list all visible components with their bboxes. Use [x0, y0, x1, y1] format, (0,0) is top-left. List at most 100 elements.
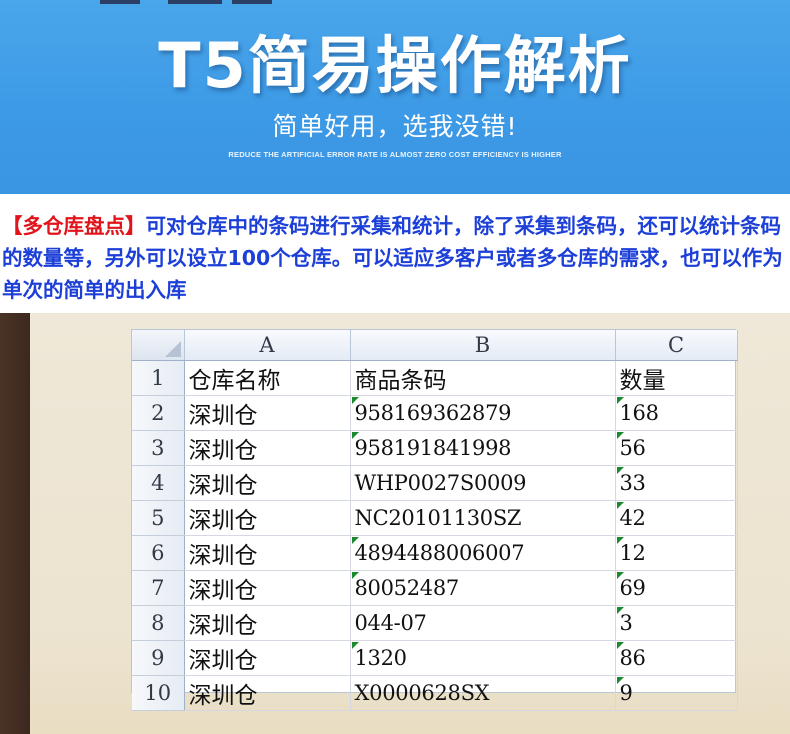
cell-warehouse[interactable]: 深圳仓 — [184, 535, 351, 571]
cell-barcode[interactable]: X0000628SX — [350, 675, 616, 711]
cell-quantity[interactable]: 3 — [615, 605, 738, 641]
text-number-flag-icon — [616, 571, 624, 579]
cell-barcode[interactable]: 958169362879 — [350, 395, 616, 431]
text-number-flag-icon — [616, 536, 624, 544]
quantity-value: 12 — [619, 540, 646, 565]
banner-top-strip — [232, 0, 272, 4]
text-number-flag-icon — [616, 431, 624, 439]
quantity-value: 56 — [619, 435, 646, 460]
cell-warehouse[interactable]: 深圳仓 — [184, 605, 351, 641]
cell-barcode[interactable]: 958191841998 — [350, 430, 616, 466]
select-all-triangle-icon — [164, 340, 181, 357]
spreadsheet-grid: A B C 1 仓库名称 商品条码 数量 2 深圳仓 958169362879 … — [131, 329, 738, 711]
cell-quantity[interactable]: 86 — [615, 640, 738, 676]
barcode-value: 1320 — [354, 645, 408, 670]
cell-b1[interactable]: 商品条码 — [350, 360, 616, 396]
cell-c1[interactable]: 数量 — [615, 360, 738, 396]
banner-top-strip — [100, 0, 140, 4]
barcode-value: X0000628SX — [354, 680, 490, 705]
text-number-flag-icon — [351, 536, 359, 544]
text-number-flag-icon — [616, 606, 624, 614]
promo-banner: T5简易操作解析 简单好用，选我没错! REDUCE THE ARTIFICIA… — [0, 0, 790, 194]
row-header[interactable]: 10 — [132, 675, 185, 711]
row-header[interactable]: 6 — [132, 535, 185, 571]
barcode-value: 4894488006007 — [354, 540, 525, 565]
cell-quantity[interactable]: 56 — [615, 430, 738, 466]
text-number-flag-icon — [616, 501, 624, 509]
table-row: 3 深圳仓 958191841998 56 — [132, 430, 738, 466]
select-all-corner[interactable] — [132, 330, 185, 361]
cell-barcode[interactable]: NC20101130SZ — [350, 500, 616, 536]
row-header[interactable]: 9 — [132, 640, 185, 676]
text-number-flag-icon — [616, 641, 624, 649]
text-number-flag-icon — [616, 396, 624, 404]
quantity-value: 9 — [619, 680, 633, 705]
cell-warehouse[interactable]: 深圳仓 — [184, 640, 351, 676]
barcode-value: 958169362879 — [354, 400, 512, 425]
column-header-a[interactable]: A — [184, 330, 351, 361]
cell-quantity[interactable]: 9 — [615, 675, 738, 711]
text-number-flag-icon — [616, 466, 624, 474]
row-header[interactable]: 5 — [132, 500, 185, 536]
screenshot-left-edge — [0, 313, 30, 734]
cell-quantity[interactable]: 168 — [615, 395, 738, 431]
quantity-value: 168 — [619, 400, 659, 425]
cell-warehouse[interactable]: 深圳仓 — [184, 500, 351, 536]
text-number-flag-icon — [351, 431, 359, 439]
cell-warehouse[interactable]: 深圳仓 — [184, 570, 351, 606]
row-header[interactable]: 8 — [132, 605, 185, 641]
cell-barcode[interactable]: 80052487 — [350, 570, 616, 606]
cell-warehouse[interactable]: 深圳仓 — [184, 430, 351, 466]
table-row: 10 深圳仓 X0000628SX 9 — [132, 675, 738, 711]
text-number-flag-icon — [351, 571, 359, 579]
table-row: 8 深圳仓 044-07 3 — [132, 605, 738, 641]
feature-description: 【多仓库盘点】可对仓库中的条码进行采集和统计，除了采集到条码，还可以统计条码的数… — [2, 210, 788, 306]
banner-top-strip — [168, 0, 222, 4]
row-header[interactable]: 7 — [132, 570, 185, 606]
cell-quantity[interactable]: 69 — [615, 570, 738, 606]
table-row: 1 仓库名称 商品条码 数量 — [132, 360, 738, 396]
feature-tag: 【多仓库盘点】 — [2, 214, 146, 238]
cell-barcode[interactable]: 044-07 — [350, 605, 616, 641]
text-number-flag-icon — [616, 676, 624, 684]
cell-warehouse[interactable]: 深圳仓 — [184, 675, 351, 711]
column-header-row: A B C — [132, 330, 738, 361]
cell-quantity[interactable]: 12 — [615, 535, 738, 571]
table-row: 2 深圳仓 958169362879 168 — [132, 395, 738, 431]
spreadsheet-screenshot: A B C 1 仓库名称 商品条码 数量 2 深圳仓 958169362879 … — [0, 313, 790, 734]
quantity-value: 33 — [619, 470, 646, 495]
table-row: 9 深圳仓 1320 86 — [132, 640, 738, 676]
quantity-value: 69 — [619, 575, 646, 600]
column-header-b[interactable]: B — [350, 330, 616, 361]
barcode-value: WHP0027S0009 — [354, 470, 527, 495]
cell-barcode[interactable]: WHP0027S0009 — [350, 465, 616, 501]
text-number-flag-icon — [351, 641, 359, 649]
barcode-value: NC20101130SZ — [354, 505, 522, 530]
table-row: 7 深圳仓 80052487 69 — [132, 570, 738, 606]
barcode-value: 044-07 — [354, 610, 427, 635]
table-row: 4 深圳仓 WHP0027S0009 33 — [132, 465, 738, 501]
cell-warehouse[interactable]: 深圳仓 — [184, 465, 351, 501]
banner-tagline: REDUCE THE ARTIFICIAL ERROR RATE IS ALMO… — [228, 150, 562, 159]
cell-a1[interactable]: 仓库名称 — [184, 360, 351, 396]
cell-quantity[interactable]: 33 — [615, 465, 738, 501]
cell-barcode[interactable]: 4894488006007 — [350, 535, 616, 571]
cell-barcode[interactable]: 1320 — [350, 640, 616, 676]
text-number-flag-icon — [351, 396, 359, 404]
banner-title: T5简易操作解析 — [158, 29, 632, 102]
row-header[interactable]: 4 — [132, 465, 185, 501]
cell-quantity[interactable]: 42 — [615, 500, 738, 536]
banner-subtitle: 简单好用，选我没错! — [272, 112, 518, 141]
cell-warehouse[interactable]: 深圳仓 — [184, 395, 351, 431]
barcode-value: 958191841998 — [354, 435, 512, 460]
row-header[interactable]: 1 — [132, 360, 185, 396]
row-header[interactable]: 3 — [132, 430, 185, 466]
quantity-value: 86 — [619, 645, 646, 670]
spreadsheet-table: A B C 1 仓库名称 商品条码 数量 2 深圳仓 958169362879 … — [132, 330, 738, 711]
column-header-c[interactable]: C — [615, 330, 738, 361]
table-row: 5 深圳仓 NC20101130SZ 42 — [132, 500, 738, 536]
quantity-value: 3 — [619, 610, 633, 635]
barcode-value: 80052487 — [354, 575, 460, 600]
quantity-value: 42 — [619, 505, 646, 530]
row-header[interactable]: 2 — [132, 395, 185, 431]
